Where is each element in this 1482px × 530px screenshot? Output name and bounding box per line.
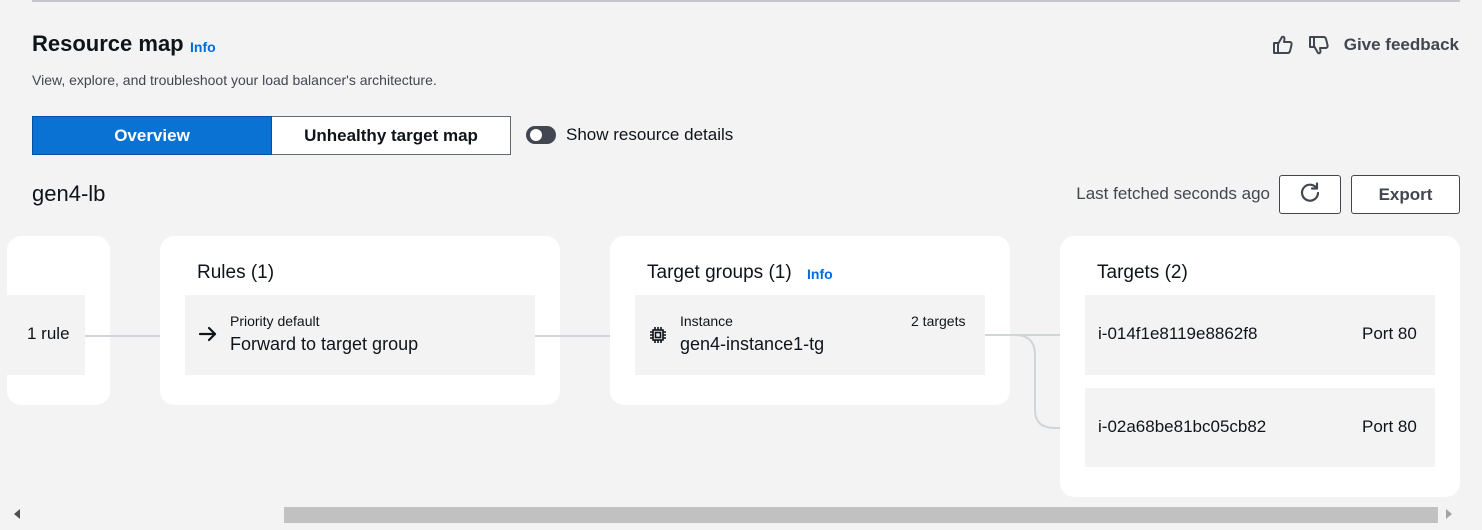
target-groups-info-link[interactable]: Info <box>807 266 833 282</box>
targets-panel: Targets (2) i-014f1e8119e8862f8 Port 80 … <box>1060 236 1460 497</box>
last-fetched-text: Last fetched seconds ago <box>1076 184 1270 203</box>
target-group-type: Instance <box>680 313 733 329</box>
show-resource-details-toggle[interactable] <box>526 126 556 144</box>
page-subtitle: View, explore, and troubleshoot your loa… <box>32 72 437 88</box>
show-resource-details-label: Show resource details <box>566 125 734 144</box>
tab-overview[interactable]: Overview <box>32 116 272 155</box>
target-port: Port 80 <box>1362 324 1417 343</box>
feedback-area: Give feedback <box>1272 34 1459 56</box>
top-divider <box>32 0 1460 2</box>
rules-title: Rules (1) <box>197 262 275 283</box>
info-link[interactable]: Info <box>190 39 216 55</box>
tab-unhealthy-target-map[interactable]: Unhealthy target map <box>272 116 511 155</box>
target-node[interactable]: i-02a68be81bc05cb82 Port 80 <box>1085 388 1435 467</box>
refresh-icon <box>1299 181 1321 208</box>
targets-title: Targets (2) <box>1097 262 1188 283</box>
listener-rule-count: 1 rule <box>27 324 70 343</box>
rules-panel: Rules (1) Priority default Forward to ta… <box>160 236 560 405</box>
view-tabs: Overview Unhealthy target map <box>32 116 511 155</box>
target-groups-panel: Target groups (1) Info Instance gen4-ins… <box>610 236 1010 405</box>
scroll-left-icon[interactable] <box>14 509 20 519</box>
target-port: Port 80 <box>1362 417 1417 436</box>
scroll-right-icon[interactable] <box>1446 509 1452 519</box>
arrow-right-icon <box>198 324 218 349</box>
toggle-knob <box>530 129 542 141</box>
target-group-name: gen4-instance1-tg <box>680 334 825 354</box>
thumbs-down-icon[interactable] <box>1308 34 1330 56</box>
page-title: Resource map <box>32 31 184 56</box>
rule-action: Forward to target group <box>230 334 419 354</box>
listener-node[interactable]: 1 rule <box>7 295 85 375</box>
target-group-node[interactable]: Instance gen4-instance1-tg 2 targets <box>635 295 985 375</box>
target-count: 2 targets <box>911 313 966 329</box>
chip-icon <box>648 325 668 350</box>
target-groups-title: Target groups (1) <box>647 262 792 283</box>
thumbs-up-icon[interactable] <box>1272 34 1294 56</box>
give-feedback-link[interactable]: Give feedback <box>1344 35 1459 55</box>
load-balancer-name: gen4-lb <box>32 181 106 206</box>
rule-priority: Priority default <box>230 313 320 329</box>
export-button[interactable]: Export <box>1351 175 1460 214</box>
refresh-button[interactable] <box>1279 175 1341 214</box>
target-id: i-02a68be81bc05cb82 <box>1098 417 1267 436</box>
target-node[interactable]: i-014f1e8119e8862f8 Port 80 <box>1085 295 1435 375</box>
rule-node[interactable]: Priority default Forward to target group <box>185 295 535 375</box>
scroll-thumb[interactable] <box>284 507 1438 523</box>
listeners-panel: 1 rule <box>7 236 110 405</box>
horizontal-scrollbar[interactable] <box>0 503 1482 525</box>
target-id: i-014f1e8119e8862f8 <box>1098 324 1258 343</box>
